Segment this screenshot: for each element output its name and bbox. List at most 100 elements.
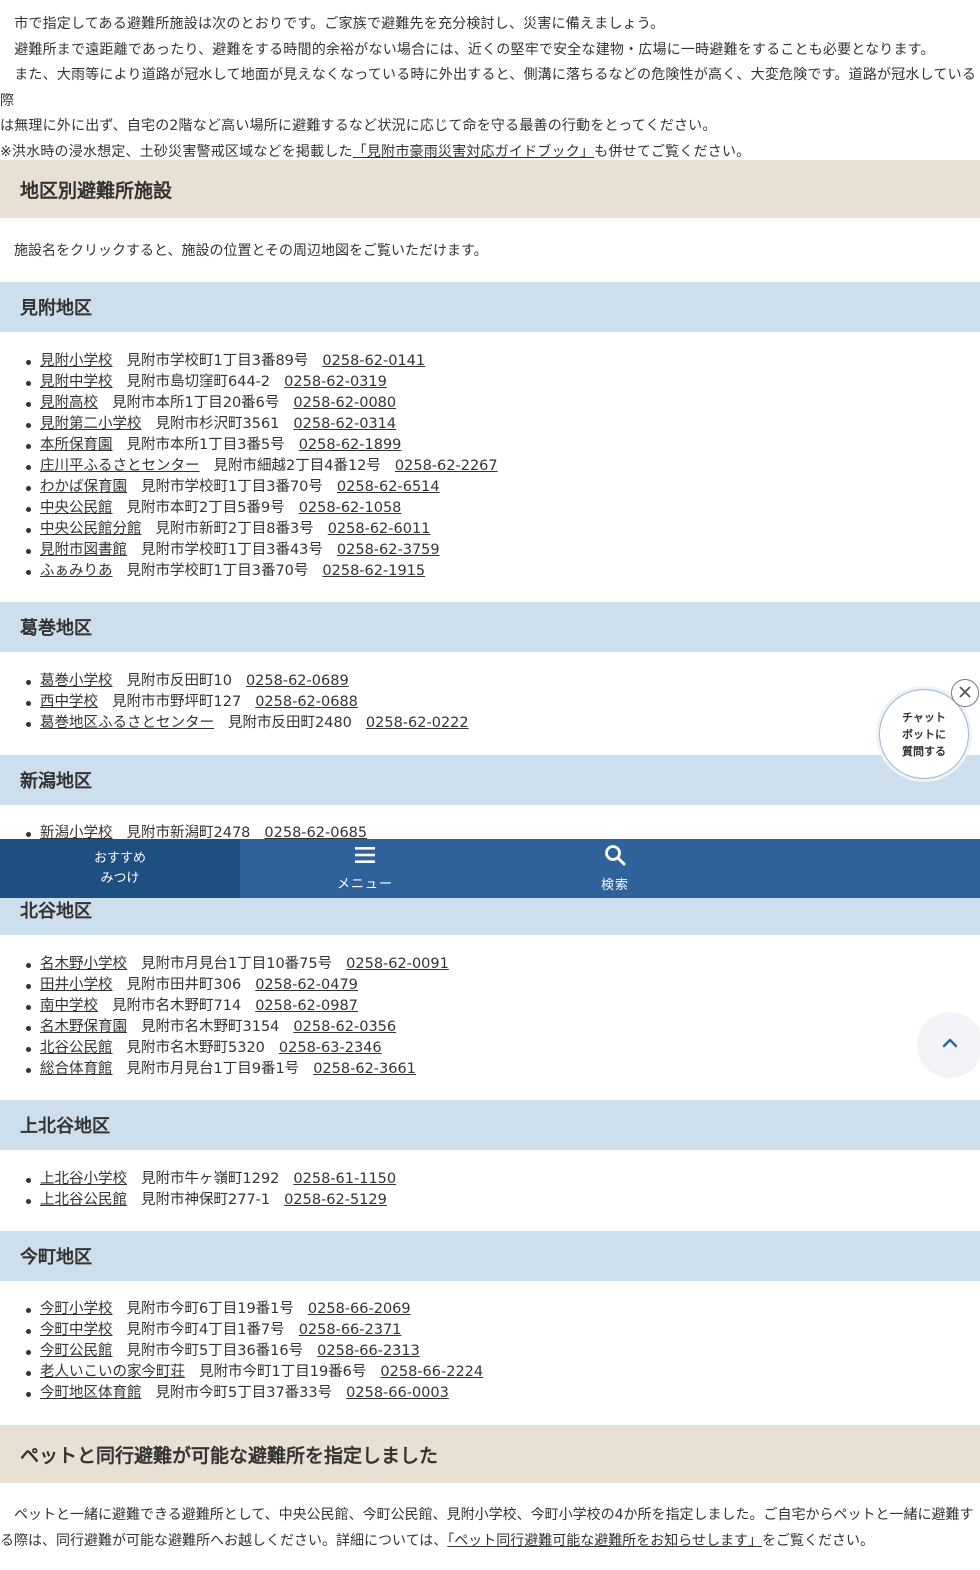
facility-name-link[interactable]: 名木野小学校 — [40, 956, 127, 972]
facility-address: 見附市学校町1丁目3番70号 — [141, 479, 323, 495]
facility-phone-link[interactable]: 0258-62-0091 — [346, 956, 449, 972]
hamburger-icon — [354, 845, 376, 871]
district-heading: 上北谷地区 — [0, 1100, 980, 1150]
facility-item: 見附第二小学校 見附市杉沢町3561 0258-62-0314 — [0, 414, 980, 435]
facility-phone-link[interactable]: 0258-62-2267 — [395, 458, 498, 474]
facility-address: 見附市新町2丁目8番3号 — [155, 521, 314, 537]
intro-note-text: ※洪水時の浸水想定、土砂災害警戒区域などを掲載した — [0, 143, 353, 160]
facility-item: 庄川平ふるさとセンター 見附市細越2丁目4番12号 0258-62-2267 — [0, 456, 980, 477]
facility-address: 見附市島切窪町644-2 — [126, 374, 271, 390]
facility-name-link[interactable]: 今町地区体育館 — [40, 1385, 142, 1401]
facility-address: 見附市田井町306 — [126, 977, 242, 993]
facility-address: 見附市杉沢町3561 — [155, 416, 280, 432]
facility-name-link[interactable]: 見附高校 — [40, 395, 98, 411]
facility-phone-link[interactable]: 0258-63-2346 — [279, 1040, 382, 1056]
facility-phone-link[interactable]: 0258-66-2069 — [308, 1301, 411, 1317]
intro-line: 市で指定してある避難所施設は次のとおりです。ご家族で避難先を充分検討し、災害に備… — [0, 16, 665, 32]
facility-name-link[interactable]: 庄川平ふるさとセンター — [40, 458, 200, 474]
facility-item: 今町小学校 見附市今町6丁目19番1号 0258-66-2069 — [0, 1299, 980, 1320]
facility-item: 名木野小学校 見附市月見台1丁目10番75号 0258-62-0091 — [0, 954, 980, 975]
district-heading: 葛巻地区 — [0, 602, 980, 652]
chatbot-label-line: ボットに — [902, 727, 946, 741]
facility-name-link[interactable]: 見附小学校 — [40, 353, 113, 369]
facility-name-link[interactable]: 北谷公民館 — [40, 1040, 113, 1056]
facility-phone-link[interactable]: 0258-62-0222 — [366, 715, 469, 731]
facility-phone-link[interactable]: 0258-62-0688 — [255, 694, 358, 710]
facility-address: 見附市反田町2480 — [228, 715, 352, 731]
facility-name-link[interactable]: 葛巻小学校 — [40, 673, 113, 689]
facility-item: 北谷公民館 見附市名木野町5320 0258-63-2346 — [0, 1038, 980, 1059]
guidebook-link[interactable]: 「見附市豪雨災害対応ガイドブック」 — [353, 144, 594, 160]
facility-address: 見附市今町1丁目19番6号 — [199, 1364, 367, 1380]
facility-phone-link[interactable]: 0258-61-1150 — [293, 1171, 396, 1187]
facility-name-link[interactable]: 葛巻地区ふるさとセンター — [40, 715, 214, 731]
facility-name-link[interactable]: わかば保育園 — [40, 479, 127, 495]
facility-item: 見附中学校 見附市島切窪町644-2 0258-62-0319 — [0, 372, 980, 393]
facility-name-link[interactable]: 見附市図書館 — [40, 542, 127, 558]
chatbot-close-button[interactable] — [951, 679, 979, 707]
facility-phone-link[interactable]: 0258-62-0141 — [322, 353, 425, 369]
facility-name-link[interactable]: 中央公民館 — [40, 500, 113, 516]
pet-shelter-info-link[interactable]: 「ペット同行避難可能な避難所をお知らせします」 — [447, 1533, 762, 1549]
facility-name-link[interactable]: 本所保育園 — [40, 437, 113, 453]
facility-address: 見附市月見台1丁目9番1号 — [126, 1061, 300, 1077]
facility-phone-link[interactable]: 0258-62-5129 — [284, 1192, 387, 1208]
facility-phone-link[interactable]: 0258-62-0987 — [255, 998, 358, 1014]
intro-line: また、大雨等により道路が冠水して地面が見えなくなっている時に外出すると、側溝に落… — [0, 67, 977, 109]
facility-name-link[interactable]: ふぁみりあ — [40, 563, 113, 579]
recommend-label: みつけ — [100, 870, 140, 886]
facility-phone-link[interactable]: 0258-62-0689 — [246, 673, 349, 689]
menu-button[interactable]: メニュー — [240, 839, 490, 898]
facility-phone-link[interactable]: 0258-62-1899 — [299, 437, 402, 453]
facility-item: ふぁみりあ 見附市学校町1丁目3番70号 0258-62-1915 — [0, 561, 980, 582]
facility-item: 上北谷公民館 見附市神保町277-1 0258-62-5129 — [0, 1190, 980, 1211]
facility-address: 見附市今町4丁目1番7号 — [126, 1322, 285, 1338]
facility-name-link[interactable]: 南中学校 — [40, 998, 98, 1014]
pets-text-pre: る際は、同行避難が可能な避難所へお越しください。詳細については、 — [0, 1533, 448, 1549]
facility-name-link[interactable]: 西中学校 — [40, 694, 98, 710]
facility-list: 見附小学校 見附市学校町1丁目3番89号 0258-62-0141 見附中学校 見附市… — [0, 351, 980, 582]
facility-phone-link[interactable]: 0258-66-2224 — [380, 1364, 483, 1380]
facility-name-link[interactable]: 中央公民館分館 — [40, 521, 142, 537]
facility-name-link[interactable]: 上北谷公民館 — [40, 1192, 127, 1208]
chevron-up-icon — [942, 1037, 958, 1053]
facility-name-link[interactable]: 今町中学校 — [40, 1322, 113, 1338]
facility-name-link[interactable]: 名木野保育園 — [40, 1019, 127, 1035]
facility-name-link[interactable]: 見附第二小学校 — [40, 416, 142, 432]
facility-phone-link[interactable]: 0258-62-6011 — [328, 521, 431, 537]
facility-phone-link[interactable]: 0258-62-3661 — [313, 1061, 416, 1077]
facility-item: 上北谷小学校 見附市牛ヶ嶺町1292 0258-61-1150 — [0, 1169, 980, 1190]
facility-name-link[interactable]: 上北谷小学校 — [40, 1171, 127, 1187]
facility-phone-link[interactable]: 0258-62-0080 — [293, 395, 396, 411]
intro-note-text: も併せてご覧ください。 — [594, 143, 751, 160]
facility-phone-link[interactable]: 0258-62-6514 — [337, 479, 440, 495]
facility-item: 葛巻小学校 見附市反田町10 0258-62-0689 — [0, 671, 980, 692]
facility-name-link[interactable]: 老人いこいの家今町荘 — [40, 1364, 185, 1380]
facility-address: 見附市今町6丁目19番1号 — [126, 1301, 294, 1317]
facility-phone-link[interactable]: 0258-62-3759 — [337, 542, 440, 558]
facility-name-link[interactable]: 見附中学校 — [40, 374, 113, 390]
pets-line: る際は、同行避難が可能な避難所へお越しください。詳細については、「ペット同行避難… — [0, 1528, 980, 1554]
facility-address: 見附市本所1丁目20番6号 — [112, 395, 280, 411]
facility-name-link[interactable]: 今町小学校 — [40, 1301, 113, 1317]
chatbot-label-line: チャット — [902, 710, 946, 724]
facility-address: 見附市月見台1丁目10番75号 — [141, 956, 333, 972]
facility-phone-link[interactable]: 0258-62-0479 — [255, 977, 358, 993]
facility-phone-link[interactable]: 0258-62-0319 — [284, 374, 387, 390]
facility-phone-link[interactable]: 0258-62-0356 — [293, 1019, 396, 1035]
facility-phone-link[interactable]: 0258-66-0003 — [346, 1385, 449, 1401]
facility-name-link[interactable]: 田井小学校 — [40, 977, 113, 993]
back-to-top-button[interactable] — [917, 1012, 980, 1078]
facility-phone-link[interactable]: 0258-66-2371 — [299, 1322, 402, 1338]
facility-item: 中央公民館分館 見附市新町2丁目8番3号 0258-62-6011 — [0, 519, 980, 540]
facility-address: 見附市名木野町5320 — [126, 1040, 265, 1056]
facility-name-link[interactable]: 今町公民館 — [40, 1343, 113, 1359]
facility-phone-link[interactable]: 0258-66-2313 — [317, 1343, 420, 1359]
facility-phone-link[interactable]: 0258-62-1915 — [322, 563, 425, 579]
facility-phone-link[interactable]: 0258-62-1058 — [299, 500, 402, 516]
recommend-button[interactable]: おすすめ みつけ — [0, 839, 240, 898]
facility-name-link[interactable]: 総合体育館 — [40, 1061, 113, 1077]
facility-address: 見附市市野坪町127 — [112, 694, 242, 710]
search-button[interactable]: 検索 — [490, 839, 740, 898]
facility-phone-link[interactable]: 0258-62-0314 — [293, 416, 396, 432]
